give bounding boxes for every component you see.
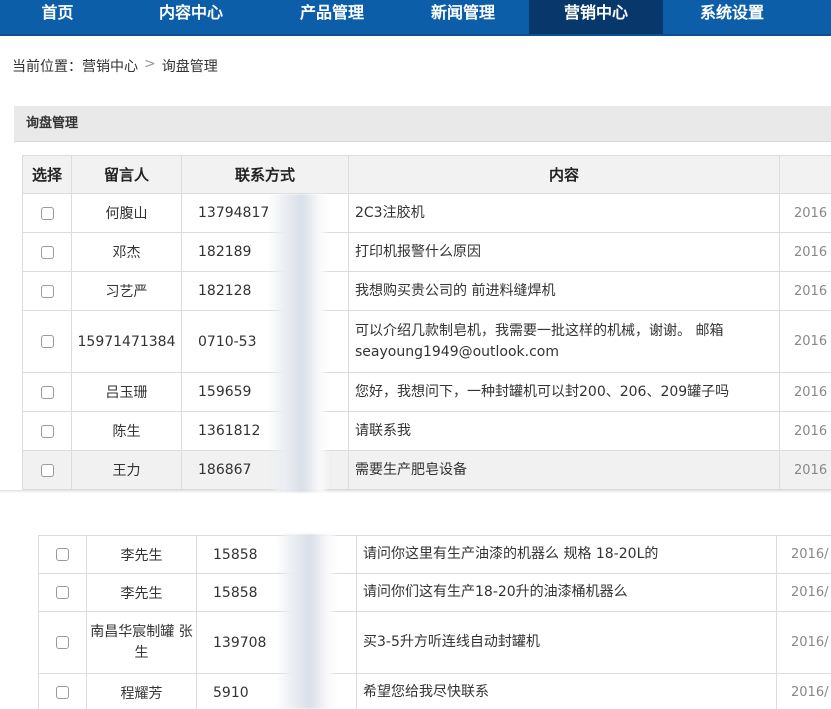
- header-content: 内容: [348, 155, 780, 194]
- table-row: 李先生 15858 请问你这里有生产油漆的机器么 规格 18-20L的 2016…: [38, 535, 831, 574]
- table-row: 陈生 1361812 请联系我 2016: [22, 411, 831, 451]
- row-checkbox[interactable]: [40, 335, 54, 348]
- sender-cell: 吕玉珊: [71, 372, 182, 412]
- sender-cell: 习艺严: [71, 271, 182, 311]
- content-cell: 请联系我: [348, 411, 780, 451]
- row-checkbox[interactable]: [56, 548, 69, 561]
- header-sender: 留言人: [71, 155, 182, 194]
- date-cell: 2016: [779, 232, 831, 272]
- table-row: 邓杰 182189 打印机报警什么原因 2016: [22, 232, 831, 272]
- panel-title: 询盘管理: [14, 106, 831, 142]
- content-cell: 买3-5升方听连线自动封罐机: [356, 611, 777, 674]
- nav-product-management[interactable]: 产品管理: [267, 0, 397, 34]
- nav-home[interactable]: 首页: [0, 0, 115, 34]
- date-cell: 2016: [779, 193, 831, 233]
- nav-marketing-center[interactable]: 营销中心: [529, 0, 663, 34]
- nav-content-center[interactable]: 内容中心: [115, 0, 267, 34]
- header-contact: 联系方式: [181, 155, 349, 194]
- row-checkbox[interactable]: [40, 463, 54, 477]
- breadcrumb-current: 询盘管理: [161, 59, 218, 75]
- row-checkbox[interactable]: [56, 586, 69, 599]
- nav-system-settings[interactable]: 系统设置: [663, 0, 801, 34]
- sender-cell: 李先生: [86, 573, 197, 612]
- breadcrumb-prefix: 当前位置：: [12, 59, 82, 75]
- content-cell: 您好，我想问下，一种封罐机可以封200、206、209罐子吗: [348, 372, 780, 412]
- date-cell: 2016/: [776, 673, 831, 709]
- sender-cell: 王力: [71, 450, 182, 490]
- content-cell: 需要生产肥皂设备: [348, 450, 780, 490]
- date-cell: 2016: [779, 271, 831, 311]
- content-cell: 2C3注胶机: [348, 193, 780, 233]
- select-cell: [38, 573, 87, 612]
- privacy-blur: [276, 534, 338, 709]
- select-cell: [22, 310, 72, 373]
- sender-cell: 陈生: [71, 411, 182, 451]
- breadcrumb-section[interactable]: 营销中心: [82, 56, 138, 76]
- sender-cell: 15971471384: [71, 310, 182, 373]
- row-checkbox[interactable]: [40, 284, 54, 298]
- table-row: 南昌华宸制罐 张生 139708 买3-5升方听连线自动封罐机 2016/: [38, 611, 831, 674]
- date-cell: 2016: [779, 450, 831, 490]
- header-date: [779, 155, 831, 194]
- sender-cell: 程耀芳: [86, 673, 197, 709]
- date-cell: 2016: [779, 372, 831, 412]
- date-cell: 2016: [779, 411, 831, 451]
- nav-news-management[interactable]: 新闻管理: [397, 0, 529, 34]
- content-cell: 打印机报警什么原因: [348, 232, 780, 272]
- sender-cell: 何腹山: [71, 193, 182, 233]
- row-checkbox[interactable]: [56, 636, 69, 649]
- row-checkbox[interactable]: [56, 686, 69, 699]
- row-checkbox[interactable]: [40, 385, 54, 399]
- content-cell: 我想购买贵公司的 前进料缝焊机: [348, 271, 780, 311]
- row-checkbox[interactable]: [40, 206, 54, 220]
- header-select: 选择: [22, 155, 72, 194]
- select-cell: [22, 411, 72, 451]
- breadcrumb: 当前位置： 营销中心 > 询盘管理: [12, 56, 218, 76]
- select-cell: [22, 232, 72, 272]
- content-cell: 请问你这里有生产油漆的机器么 规格 18-20L的: [356, 535, 777, 574]
- select-cell: [22, 372, 72, 412]
- table-row: 15971471384 0710-53 可以介绍几款制皂机，我需要一批这样的机械…: [22, 310, 831, 373]
- date-cell: 2016/: [776, 573, 831, 612]
- content-cell: 请问你们这有生产18-20升的油漆桶机器么: [356, 573, 777, 612]
- row-checkbox[interactable]: [40, 424, 54, 438]
- sender-cell: 南昌华宸制罐 张生: [86, 611, 197, 674]
- table-row: 习艺严 182128 我想购买贵公司的 前进料缝焊机 2016: [22, 271, 831, 311]
- select-cell: [38, 673, 87, 709]
- table-row: 王力 186867 需要生产肥皂设备 2016: [22, 450, 831, 490]
- content-cell: 希望您给我尽快联系: [356, 673, 777, 709]
- date-cell: 2016: [779, 310, 831, 373]
- breadcrumb-separator: >: [144, 56, 156, 72]
- select-cell: [22, 450, 72, 490]
- screenshot-gap: [0, 492, 831, 534]
- select-cell: [38, 535, 87, 574]
- screenshot-gap-edge: [0, 490, 831, 493]
- table-row: 何腹山 13794817 2C3注胶机 2016: [22, 193, 831, 233]
- sender-cell: 邓杰: [71, 232, 182, 272]
- date-cell: 2016/: [776, 611, 831, 674]
- inquiry-table-continued: 李先生 15858 请问你这里有生产油漆的机器么 规格 18-20L的 2016…: [38, 535, 831, 709]
- table-row: 李先生 15858 请问你们这有生产18-20升的油漆桶机器么 2016/: [38, 573, 831, 612]
- select-cell: [22, 271, 72, 311]
- table-row: 吕玉珊 159659 您好，我想问下，一种封罐机可以封200、206、209罐子…: [22, 372, 831, 412]
- table-header-row: 选择 留言人 联系方式 内容: [22, 155, 831, 194]
- content-cell: 可以介绍几款制皂机，我需要一批这样的机械，谢谢。 邮箱 seayoung1949…: [348, 310, 780, 373]
- date-cell: 2016/: [776, 535, 831, 574]
- row-checkbox[interactable]: [40, 245, 54, 259]
- select-cell: [22, 193, 72, 233]
- table-row: 程耀芳 5910 希望您给我尽快联系 2016/: [38, 673, 831, 709]
- select-cell: [38, 611, 87, 674]
- inquiry-table: 选择 留言人 联系方式 内容 何腹山 13794817 2C3注胶机 2016 …: [22, 155, 831, 490]
- top-nav: 首页 内容中心 产品管理 新闻管理 营销中心 系统设置: [0, 0, 831, 36]
- sender-cell: 李先生: [86, 535, 197, 574]
- privacy-blur: [268, 194, 330, 492]
